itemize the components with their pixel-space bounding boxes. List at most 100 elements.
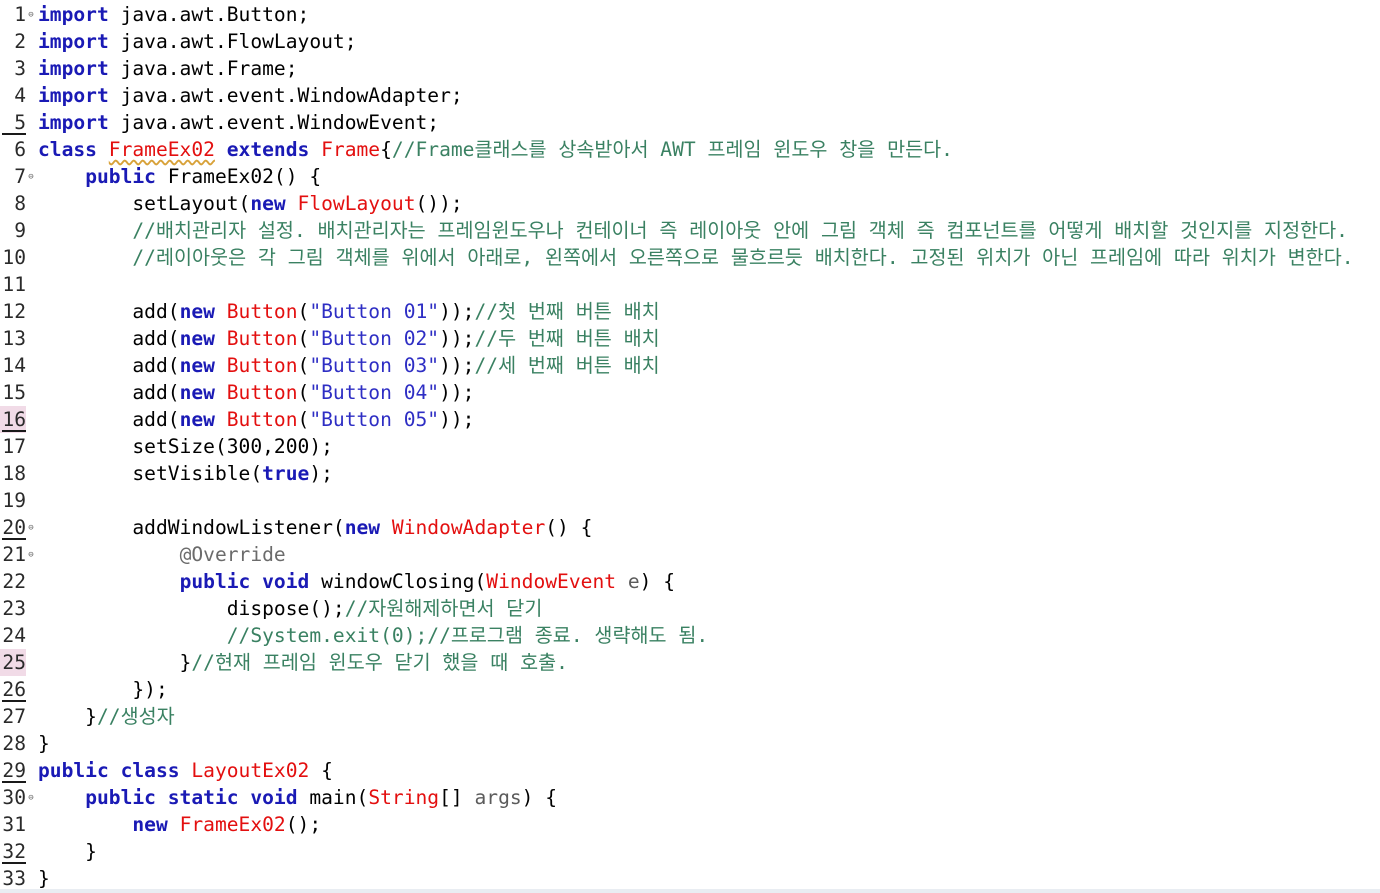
code-line[interactable]: 6 class FrameEx02 extends Frame{//Frame클래… — [0, 136, 1380, 163]
code-line[interactable]: 16 add(new Button("Button 05")); — [0, 406, 1380, 433]
fold-collapse-icon[interactable]: ⊖ — [26, 550, 36, 560]
code-token: windowClosing( — [309, 570, 487, 593]
code-line[interactable]: 27 }//생성자 — [0, 703, 1380, 730]
fold-collapse-icon[interactable]: ⊖ — [26, 172, 36, 182]
code-line[interactable]: 24 //System.exit(0);//프로그램 종료. 생략해도 됨. — [0, 622, 1380, 649]
code-line[interactable]: 3 import java.awt.Frame; — [0, 55, 1380, 82]
code-text: //레이아웃은 각 그림 객체를 위에서 아래로, 왼쪽에서 오른쪽으로 물흐르… — [38, 244, 1353, 271]
code-token: Frame — [321, 138, 381, 161]
code-token: new — [250, 192, 286, 215]
code-text: public void windowClosing(WindowEvent e)… — [38, 568, 675, 595]
code-token: void — [262, 570, 310, 593]
code-line[interactable]: 9 //배치관리자 설정. 배치관리자는 프레임윈도우나 컨테이너 즉 레이아웃… — [0, 217, 1380, 244]
code-line[interactable]: 31 new FrameEx02(); — [0, 811, 1380, 838]
code-token: public — [38, 759, 109, 782]
code-text: }//현재 프레임 윈도우 닫기 했을 때 호출. — [38, 649, 568, 676]
code-line[interactable]: 1 ⊖ import java.awt.Button; — [0, 1, 1380, 28]
code-token: ); — [309, 462, 333, 485]
code-token: } — [38, 705, 97, 728]
code-text: @Override — [38, 541, 286, 568]
code-token: Button — [226, 408, 298, 431]
code-line[interactable]: 5 import java.awt.event.WindowEvent; — [0, 109, 1380, 136]
code-line[interactable]: 29 public class LayoutEx02 { — [0, 757, 1380, 784]
code-line[interactable]: 21 ⊖ @Override — [0, 541, 1380, 568]
code-line[interactable]: 33} — [0, 865, 1380, 892]
code-token: add( — [38, 327, 180, 350]
code-token: java.awt.event.WindowEvent; — [108, 111, 440, 134]
code-token: Button — [226, 327, 298, 350]
code-token: //자원해제하면서 닫기 — [344, 597, 543, 620]
code-token: //Frame클래스를 상속받아서 AWT 프레임 윈도우 창을 만든다. — [391, 138, 953, 161]
code-token: java.awt.Frame; — [108, 57, 298, 80]
fold-collapse-icon[interactable]: ⊖ — [26, 10, 36, 20]
code-editor[interactable]: 1 ⊖ import java.awt.Button; 2 import java.aw… — [0, 0, 1380, 893]
code-token: //생성자 — [96, 705, 175, 728]
fold-collapse-icon[interactable]: ⊖ — [26, 523, 36, 533]
line-number: 10 — [2, 246, 26, 269]
code-token: )); — [439, 300, 475, 323]
code-line[interactable]: 12 add(new Button("Button 01"));//첫 번째 버… — [0, 298, 1380, 325]
code-line[interactable]: 13 add(new Button("Button 02"));//두 번째 버… — [0, 325, 1380, 352]
code-token: ()); — [415, 192, 463, 215]
fold-collapse-icon[interactable]: ⊖ — [26, 793, 36, 803]
code-line[interactable]: 19 — [0, 487, 1380, 514]
code-token: new — [179, 408, 215, 431]
code-token: LayoutEx02 — [191, 759, 310, 782]
code-text: } — [38, 838, 97, 865]
code-line[interactable]: 11 — [0, 271, 1380, 298]
code-line[interactable]: 25 }//현재 프레임 윈도우 닫기 했을 때 호출. — [0, 649, 1380, 676]
code-text: import java.awt.FlowLayout; — [38, 28, 357, 55]
code-token: FlowLayout — [297, 192, 416, 215]
line-number: 12 — [2, 300, 26, 323]
code-line[interactable]: 8 setLayout(new FlowLayout()); — [0, 190, 1380, 217]
code-token: add( — [38, 381, 180, 404]
code-text: class FrameEx02 extends Frame{//Frame클래스… — [38, 136, 953, 163]
code-line[interactable]: 15 add(new Button("Button 04")); — [0, 379, 1380, 406]
code-token: void — [250, 786, 298, 809]
code-line[interactable]: 26 }); — [0, 676, 1380, 703]
code-text: setVisible(true); — [38, 460, 333, 487]
code-token: java.awt.Button; — [108, 3, 310, 26]
line-number: 30 — [2, 786, 26, 809]
code-line[interactable]: 14 add(new Button("Button 03"));//세 번째 버… — [0, 352, 1380, 379]
code-token: setSize(300,200); — [38, 435, 333, 458]
code-line[interactable]: 2 import java.awt.FlowLayout; — [0, 28, 1380, 55]
code-text: //배치관리자 설정. 배치관리자는 프레임윈도우나 컨테이너 즉 레이아웃 안… — [38, 217, 1348, 244]
code-token: ( — [297, 327, 310, 350]
code-token: java.awt.event.WindowAdapter; — [108, 84, 463, 107]
code-line[interactable]: 10 //레이아웃은 각 그림 객체를 위에서 아래로, 왼쪽에서 오른쪽으로 … — [0, 244, 1380, 271]
code-token: //배치관리자 설정. 배치관리자는 프레임윈도우나 컨테이너 즉 레이아웃 안… — [132, 219, 1348, 242]
code-text: }//생성자 — [38, 703, 175, 730]
code-token: //세 번째 버튼 배치 — [474, 354, 660, 377]
code-line[interactable]: 30 ⊖ public static void main(String[] arg… — [0, 784, 1380, 811]
line-number: 6 — [14, 138, 26, 161]
code-line[interactable]: 22 public void windowClosing(WindowEvent… — [0, 568, 1380, 595]
line-number: 4 — [14, 84, 26, 107]
code-line[interactable]: 28} — [0, 730, 1380, 757]
code-token: @Override — [179, 543, 286, 566]
code-line[interactable]: 7 ⊖ public FrameEx02() { — [0, 163, 1380, 190]
code-line[interactable]: 4 import java.awt.event.WindowAdapter; — [0, 82, 1380, 109]
code-token: true — [262, 462, 310, 485]
code-line[interactable]: 18 setVisible(true); — [0, 460, 1380, 487]
code-token: setLayout( — [38, 192, 251, 215]
code-text: public class LayoutEx02 { — [38, 757, 333, 784]
code-token: "Button 05" — [309, 408, 440, 431]
code-text: add(new Button("Button 05")); — [38, 406, 474, 433]
code-token: }); — [38, 678, 168, 701]
code-text: new FrameEx02(); — [38, 811, 321, 838]
code-line[interactable]: 17 setSize(300,200); — [0, 433, 1380, 460]
code-line[interactable]: 23 dispose();//자원해제하면서 닫기 — [0, 595, 1380, 622]
code-line[interactable]: 20 ⊖ addWindowListener(new WindowAdapter(… — [0, 514, 1380, 541]
code-token: )); — [439, 327, 475, 350]
code-line[interactable]: 32 } — [0, 838, 1380, 865]
